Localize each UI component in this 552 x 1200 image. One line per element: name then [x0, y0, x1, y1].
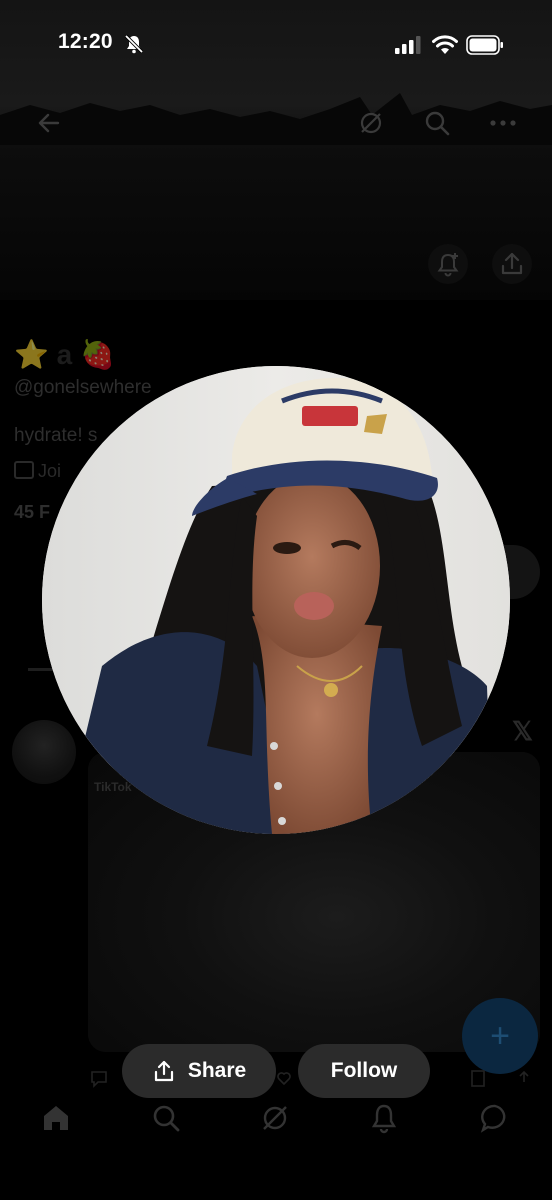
status-time: 12:20: [58, 30, 113, 53]
profile-bio: hydrate! s: [14, 425, 98, 446]
calendar-icon: [14, 461, 34, 479]
search-tab-icon[interactable]: [150, 1102, 182, 1134]
notification-subscribe-button[interactable]: [428, 244, 468, 284]
battery-icon: [466, 35, 503, 55]
home-tab-icon[interactable]: [40, 1102, 72, 1134]
profile-photo-image: [42, 366, 510, 834]
search-icon[interactable]: [424, 110, 450, 136]
profile-photo-enlarged: [42, 366, 510, 834]
share-button[interactable]: Share: [122, 1044, 276, 1098]
media-source-tag: TikTok: [94, 780, 132, 794]
notifications-tab-icon[interactable]: [368, 1102, 400, 1134]
cellular-signal-icon: [395, 36, 421, 54]
profile-display-name: ⭐ a 🍓: [14, 339, 115, 370]
messages-tab-icon[interactable]: [479, 1102, 511, 1134]
profile-handle: @gonelsewhere: [14, 377, 152, 398]
grok-icon[interactable]: [358, 110, 384, 136]
wifi-icon: [432, 35, 458, 54]
share-icon: [154, 1060, 173, 1082]
share-profile-button[interactable]: [492, 244, 532, 284]
banner-treeline: [0, 93, 552, 145]
share-icon: [501, 252, 523, 275]
grok-tab-icon[interactable]: [259, 1102, 291, 1134]
silent-mode-icon: [124, 34, 144, 54]
x-logo-icon: 𝕏: [512, 716, 533, 746]
more-options-icon[interactable]: [488, 110, 518, 136]
back-arrow-icon[interactable]: [36, 110, 62, 136]
bell-plus-icon: [437, 253, 459, 277]
follow-button-label: Follow: [330, 1059, 398, 1082]
share-button-label: Share: [187, 1059, 247, 1082]
profile-joined-date: Joi: [14, 461, 61, 482]
follow-button[interactable]: Follow: [298, 1044, 430, 1098]
post-author-avatar[interactable]: [12, 720, 76, 784]
profile-followers-count[interactable]: 45 F: [14, 502, 50, 523]
compose-post-button[interactable]: +: [462, 998, 538, 1074]
